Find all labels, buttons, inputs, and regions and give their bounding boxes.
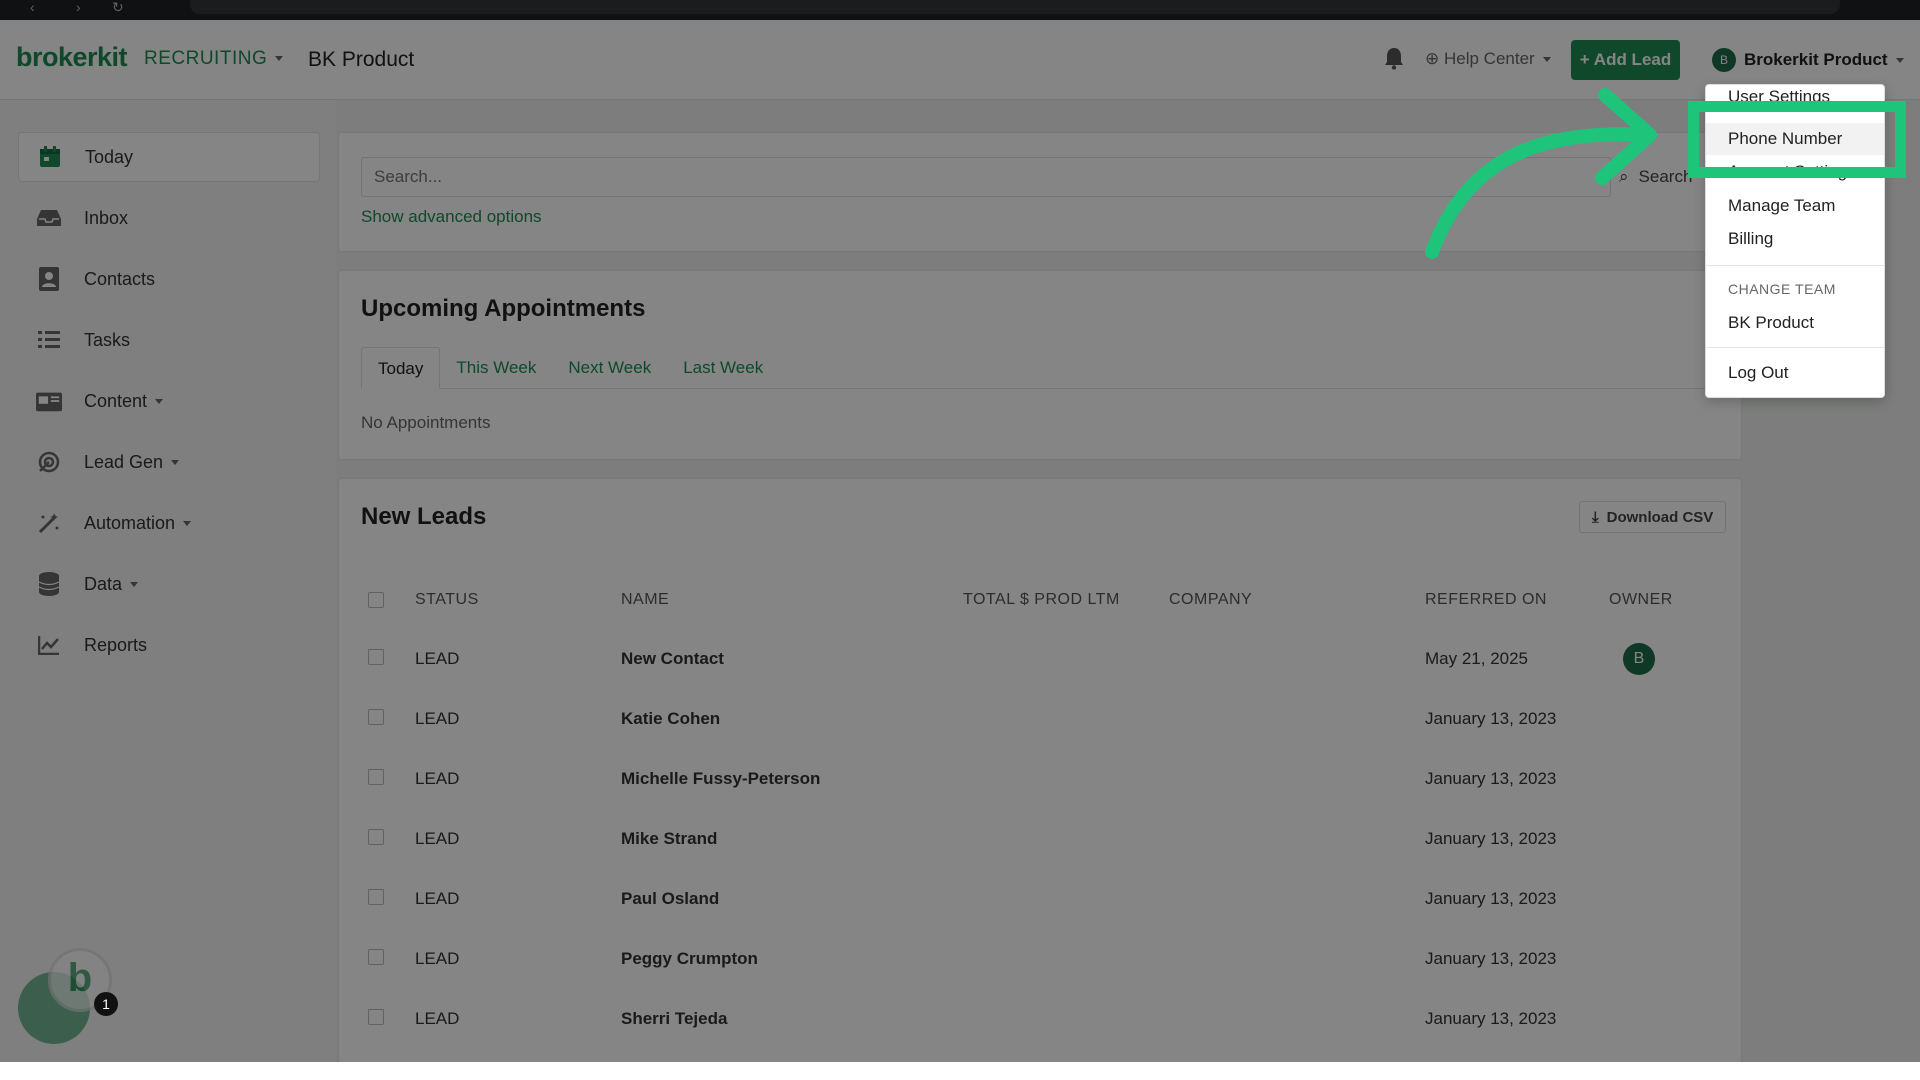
menu-item-team-bk-product[interactable]: BK Product: [1706, 307, 1884, 339]
highlight-box: [1688, 101, 1906, 178]
change-team-header: CHANGE TEAM: [1728, 281, 1836, 297]
notification-badge: 1: [94, 992, 118, 1016]
menu-divider: [1706, 347, 1884, 348]
menu-item-log-out[interactable]: Log Out: [1706, 357, 1884, 389]
menu-item-billing[interactable]: Billing: [1706, 223, 1884, 255]
tutorial-arrow-icon: [1425, 88, 1657, 259]
menu-item-manage-team[interactable]: Manage Team: [1706, 190, 1884, 222]
menu-divider: [1706, 265, 1884, 266]
bottom-strip: [0, 1062, 1920, 1080]
